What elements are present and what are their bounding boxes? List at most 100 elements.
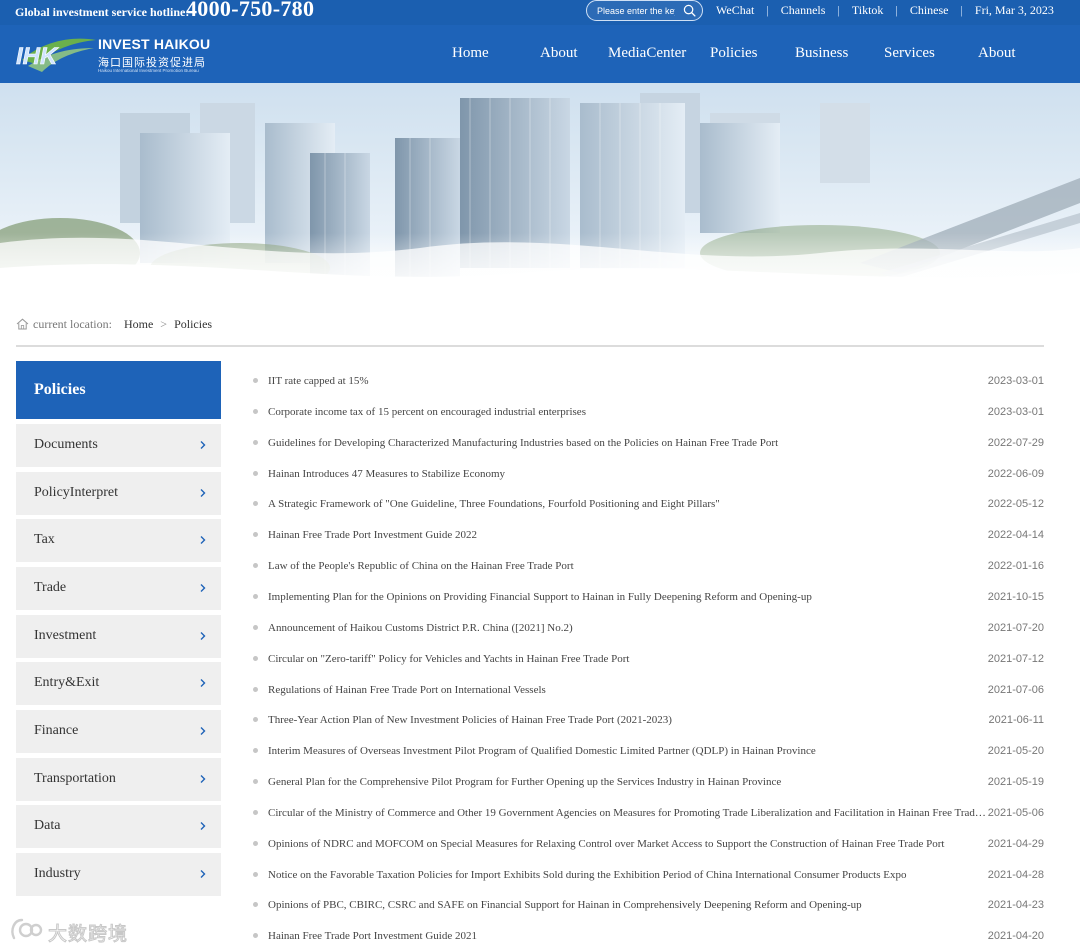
sidebar-item-label: Transportation — [34, 771, 116, 786]
bullet-icon — [253, 439, 258, 445]
policy-list-item[interactable]: Hainan Introduces 47 Measures to Stabili… — [252, 460, 1044, 490]
policy-date: 2022-05-12 — [987, 498, 1044, 511]
sidebar-item-industry[interactable]: Industry — [16, 853, 221, 896]
nav-media-center[interactable]: MediaCenter — [608, 45, 686, 62]
policy-title-link[interactable]: Corporate income tax of 15 percent on en… — [268, 406, 988, 418]
watermark: 大数跨境 — [8, 916, 148, 946]
policy-title-link[interactable]: Circular on "Zero-tariff" Policy for Veh… — [268, 653, 988, 665]
policy-date: 2021-10-15 — [987, 590, 1044, 603]
sidebar-item-entry-exit[interactable]: Entry&Exit — [16, 662, 221, 705]
policy-list-item[interactable]: Corporate income tax of 15 percent on en… — [252, 398, 1044, 428]
bullet-icon — [253, 563, 258, 569]
policy-title-link[interactable]: Opinions of NDRC and MOFCOM on Special M… — [268, 838, 988, 850]
breadcrumb-home[interactable]: Home — [124, 317, 153, 332]
policy-list-item[interactable]: Notice on the Favorable Taxation Policie… — [252, 861, 1044, 891]
sidebar-item-transportation[interactable]: Transportation — [16, 758, 221, 801]
policy-list-item[interactable]: Circular on "Zero-tariff" Policy for Veh… — [252, 645, 1044, 675]
nav-about-2[interactable]: About — [978, 45, 1016, 62]
policy-title-link[interactable]: Notice on the Favorable Taxation Policie… — [268, 869, 988, 881]
sidebar-item-trade[interactable]: Trade — [16, 567, 221, 610]
policy-date: 2021-05-19 — [987, 776, 1044, 789]
nav-home[interactable]: Home — [452, 45, 489, 62]
policy-list-item[interactable]: Three-Year Action Plan of New Investment… — [252, 706, 1044, 736]
wechat-link[interactable]: WeChat — [716, 3, 754, 18]
breadcrumb-current[interactable]: Policies — [174, 317, 212, 332]
sidebar-item-policyinterpret[interactable]: PolicyInterpret — [16, 472, 221, 515]
bullet-icon — [253, 624, 258, 630]
sidebar-heading: Policies — [16, 361, 221, 419]
tiktok-link[interactable]: Tiktok — [852, 3, 884, 18]
policy-date: 2023-03-01 — [987, 375, 1044, 387]
language-link[interactable]: Chinese — [910, 3, 949, 18]
policy-title-link[interactable]: Interim Measures of Overseas Investment … — [268, 745, 988, 757]
policy-title-link[interactable]: Hainan Free Trade Port Investment Guide … — [268, 930, 988, 942]
policy-list-item[interactable]: Circular of the Ministry of Commerce and… — [252, 799, 1044, 829]
chevron-right-icon — [200, 441, 206, 449]
bullet-icon — [253, 840, 258, 846]
home-icon — [16, 318, 29, 330]
policy-date: 2021-04-23 — [987, 899, 1044, 912]
nav-business[interactable]: Business — [795, 45, 848, 62]
chevron-right-icon — [200, 775, 206, 783]
separator: | — [960, 3, 963, 17]
bullet-icon — [253, 871, 258, 877]
policy-list-item[interactable]: A Strategic Framework of "One Guideline,… — [252, 490, 1044, 520]
hotline-number: 4000-750-780 — [186, 0, 315, 21]
breadcrumb-divider — [16, 345, 1044, 347]
bullet-icon — [253, 378, 258, 383]
breadcrumb-label: current location: — [33, 316, 112, 331]
policy-list-item[interactable]: Guidelines for Developing Characterized … — [252, 429, 1044, 459]
policy-list-item[interactable]: Announcement of Haikou Customs District … — [252, 614, 1044, 644]
policy-list-item[interactable]: Regulations of Hainan Free Trade Port on… — [252, 676, 1044, 706]
policy-title-link[interactable]: Implementing Plan for the Opinions on Pr… — [268, 591, 988, 603]
policy-date: 2022-06-09 — [987, 467, 1044, 480]
policy-title-link[interactable]: Circular of the Ministry of Commerce and… — [268, 807, 988, 819]
policy-list-item[interactable]: Opinions of PBC, CBIRC, CSRC and SAFE on… — [252, 891, 1044, 921]
nav-policies[interactable]: Policies — [710, 45, 758, 62]
sidebar-item-label: Investment — [34, 628, 97, 643]
chevron-right-icon — [200, 870, 206, 878]
search-input[interactable] — [597, 4, 675, 18]
nav-services[interactable]: Services — [884, 45, 935, 62]
chevron-right-icon — [200, 727, 206, 735]
sidebar-item-tax[interactable]: Tax — [16, 519, 221, 562]
policy-title-link[interactable]: Opinions of PBC, CBIRC, CSRC and SAFE on… — [268, 899, 988, 911]
sidebar-item-finance[interactable]: Finance — [16, 710, 221, 753]
policy-list-item[interactable]: General Plan for the Comprehensive Pilot… — [252, 768, 1044, 798]
policy-list-item[interactable]: IIT rate capped at 15% 2023-03-01 — [252, 367, 1044, 397]
policy-list-item[interactable]: Hainan Free Trade Port Investment Guide … — [252, 922, 1044, 951]
bullet-icon — [253, 593, 258, 599]
sidebar-item-label: Entry&Exit — [34, 675, 100, 690]
policy-title-link[interactable]: Regulations of Hainan Free Trade Port on… — [268, 684, 988, 696]
sidebar-item-investment[interactable]: Investment — [16, 615, 221, 658]
policy-title-link[interactable]: A Strategic Framework of "One Guideline,… — [268, 498, 988, 510]
policy-list-item[interactable]: Law of the People's Republic of China on… — [252, 552, 1044, 582]
policy-title-link[interactable]: IIT rate capped at 15% — [268, 375, 988, 387]
bullet-icon — [253, 655, 258, 661]
nav-about[interactable]: About — [540, 45, 578, 62]
search-icon[interactable] — [683, 4, 696, 17]
hero-banner — [0, 83, 1080, 300]
policy-title-link[interactable]: Three-Year Action Plan of New Investment… — [268, 714, 988, 726]
policy-title-link[interactable]: Hainan Free Trade Port Investment Guide … — [268, 529, 988, 541]
channels-link[interactable]: Channels — [781, 3, 826, 18]
policy-list-item[interactable]: Implementing Plan for the Opinions on Pr… — [252, 583, 1044, 613]
policy-title-link[interactable]: Hainan Introduces 47 Measures to Stabili… — [268, 468, 988, 480]
policy-title-link[interactable]: Guidelines for Developing Characterized … — [268, 437, 988, 449]
sidebar-item-data[interactable]: Data — [16, 805, 221, 848]
policy-list-item[interactable]: Hainan Free Trade Port Investment Guide … — [252, 521, 1044, 551]
bullet-icon — [253, 748, 258, 754]
policy-date: 2021-07-20 — [987, 621, 1044, 634]
search-box[interactable] — [586, 0, 703, 21]
chevron-right-icon — [200, 536, 206, 544]
policy-list-item[interactable]: Opinions of NDRC and MOFCOM on Special M… — [252, 830, 1044, 860]
sidebar-item-documents[interactable]: Documents — [16, 424, 221, 467]
bullet-icon — [253, 532, 258, 538]
policy-date: 2021-04-29 — [987, 837, 1044, 850]
policy-title-link[interactable]: Law of the People's Republic of China on… — [268, 560, 988, 572]
policy-list-item[interactable]: Interim Measures of Overseas Investment … — [252, 737, 1044, 767]
policy-title-link[interactable]: Announcement of Haikou Customs District … — [268, 622, 988, 634]
bullet-icon — [253, 501, 258, 507]
policy-title-link[interactable]: General Plan for the Comprehensive Pilot… — [268, 776, 988, 788]
sidebar-item-label: Industry — [34, 866, 81, 881]
